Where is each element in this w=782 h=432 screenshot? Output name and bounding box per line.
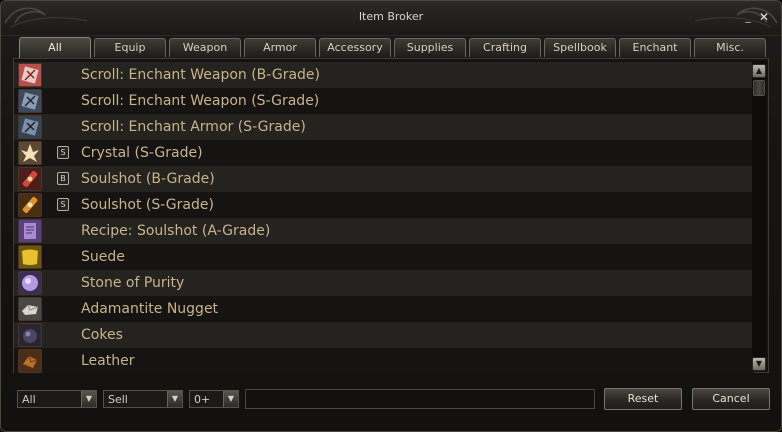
close-button[interactable]: ✕	[757, 10, 771, 24]
item-name: Stone of Purity	[81, 275, 185, 291]
trade-type-select-value: Sell	[108, 393, 128, 406]
scroll-icon	[18, 115, 42, 139]
tab-armor[interactable]: Armor	[244, 38, 316, 57]
list-item[interactable]: S Crystal (S-Grade)	[14, 140, 754, 166]
grade-badge: B	[57, 172, 69, 185]
list-item[interactable]: Cokes	[14, 322, 754, 348]
item-list-scrollbar[interactable]: ▲ ▼	[752, 61, 766, 371]
item-name: Scroll: Enchant Weapon (S-Grade)	[81, 93, 320, 109]
cancel-button[interactable]: Cancel	[692, 388, 770, 410]
soulshot-icon	[18, 167, 42, 191]
item-name: Soulshot (B-Grade)	[81, 171, 215, 187]
item-name: Adamantite Nugget	[81, 301, 219, 317]
minimize-button[interactable]: _	[743, 11, 753, 23]
search-input[interactable]	[245, 389, 595, 409]
reset-button[interactable]: Reset	[604, 388, 682, 410]
item-name: Soulshot (S-Grade)	[81, 197, 214, 213]
trade-type-select[interactable]: Sell ▼	[103, 390, 183, 408]
category-tabs: All Equip Weapon Armor Accessory Supplie…	[19, 37, 767, 59]
grade-badge: S	[57, 146, 69, 159]
list-item[interactable]: Suede	[14, 244, 754, 270]
chevron-down-icon[interactable]: ▼	[167, 391, 182, 407]
category-select-value: All	[22, 393, 36, 406]
item-name: Cokes	[81, 327, 123, 343]
title-bar[interactable]: Item Broker _ ✕	[1, 1, 781, 36]
item-name: Leather	[81, 353, 135, 369]
list-item[interactable]: Scroll: Enchant Armor (S-Grade)	[14, 114, 754, 140]
list-item[interactable]: B Soulshot (B-Grade)	[14, 166, 754, 192]
list-item[interactable]: Leather	[14, 348, 754, 374]
window-title: Item Broker	[358, 10, 424, 23]
list-item[interactable]: Stone of Purity	[14, 270, 754, 296]
item-name: Scroll: Enchant Weapon (B-Grade)	[81, 67, 320, 83]
cokes-icon	[18, 323, 42, 347]
tab-weapon[interactable]: Weapon	[169, 38, 241, 57]
enchant-level-select[interactable]: 0+ ▼	[189, 390, 239, 408]
chevron-down-icon[interactable]: ▼	[223, 391, 238, 407]
list-item[interactable]: Scroll: Enchant Weapon (S-Grade)	[14, 88, 754, 114]
list-item[interactable]: S Soulshot (S-Grade)	[14, 192, 754, 218]
grade-badge: S	[57, 198, 69, 211]
scroll-up-button[interactable]: ▲	[752, 64, 766, 78]
crystal-icon	[18, 141, 42, 165]
tab-spellbook[interactable]: Spellbook	[544, 38, 616, 57]
tab-accessory[interactable]: Accessory	[319, 38, 391, 57]
tab-crafting[interactable]: Crafting	[469, 38, 541, 57]
tab-supplies[interactable]: Supplies	[394, 38, 466, 57]
suede-icon	[18, 245, 42, 269]
item-list: Scroll: Enchant Weapon (B-Grade) Scroll:…	[13, 58, 769, 374]
leather-icon	[18, 349, 42, 373]
tab-equip[interactable]: Equip	[94, 38, 166, 57]
list-item[interactable]: Adamantite Nugget	[14, 296, 754, 322]
item-name: Scroll: Enchant Armor (S-Grade)	[81, 119, 306, 135]
category-select[interactable]: All ▼	[17, 390, 97, 408]
list-item[interactable]: Scroll: Enchant Weapon (B-Grade)	[14, 62, 754, 88]
tab-enchant[interactable]: Enchant	[619, 38, 691, 57]
enchant-level-select-value: 0+	[194, 393, 211, 406]
item-name: Recipe: Soulshot (A-Grade)	[81, 223, 271, 239]
tab-all[interactable]: All	[19, 37, 91, 58]
nugget-icon	[18, 297, 42, 321]
scroll-icon	[18, 63, 42, 87]
item-name: Crystal (S-Grade)	[81, 145, 203, 161]
scroll-down-button[interactable]: ▼	[752, 357, 766, 371]
soulshot-icon	[18, 193, 42, 217]
list-item[interactable]: Recipe: Soulshot (A-Grade)	[14, 218, 754, 244]
scroll-thumb[interactable]	[753, 80, 765, 96]
scroll-icon	[18, 89, 42, 113]
item-name: Suede	[81, 249, 125, 265]
stone-icon	[18, 271, 42, 295]
recipe-icon	[18, 219, 42, 243]
item-broker-window: Item Broker _ ✕ All Equip Weapon Armor A…	[0, 0, 782, 432]
tab-misc[interactable]: Misc.	[694, 38, 766, 57]
chevron-down-icon[interactable]: ▼	[81, 391, 96, 407]
filter-bar: All ▼ Sell ▼ 0+ ▼ Reset Cancel	[13, 380, 770, 416]
